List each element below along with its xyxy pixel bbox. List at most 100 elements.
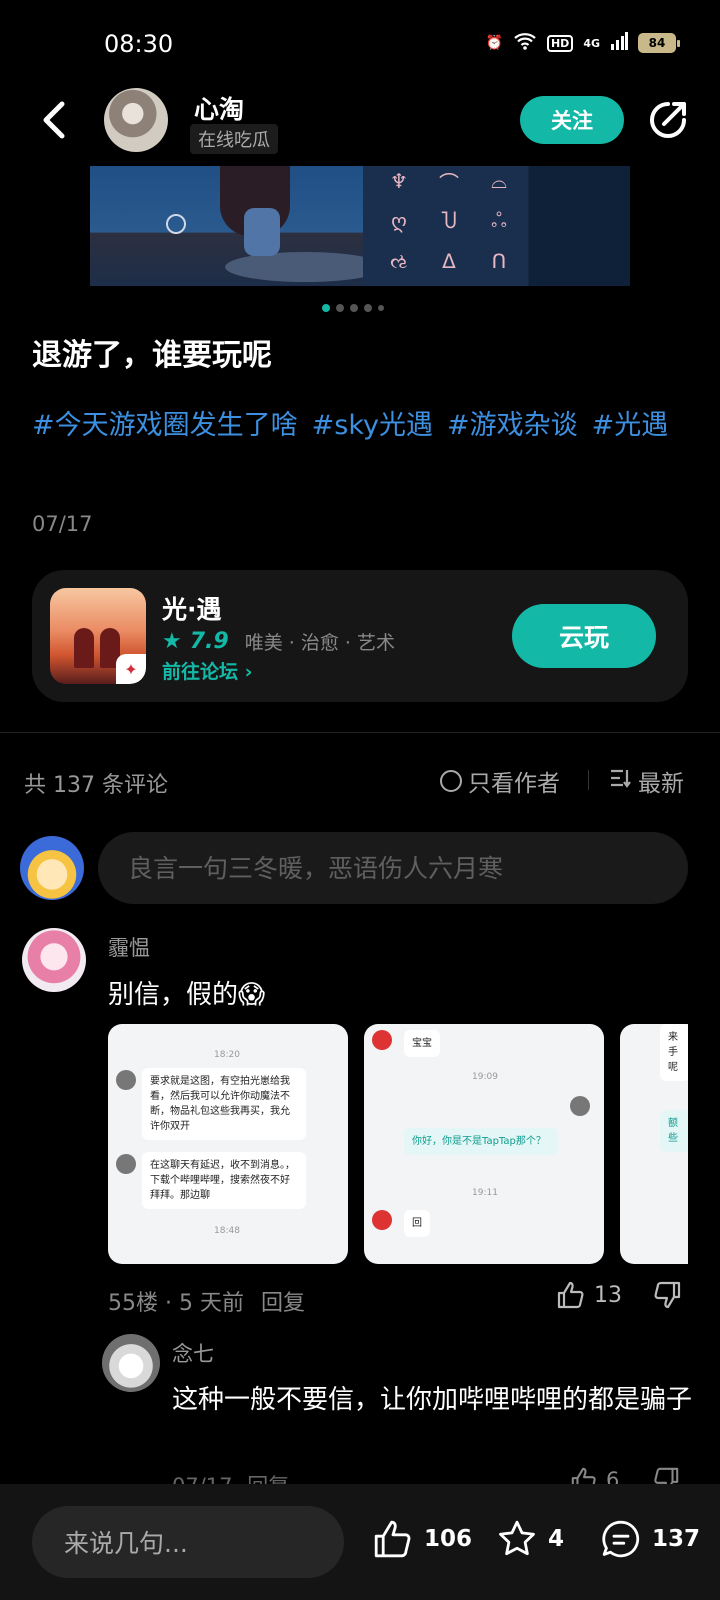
favorite-button[interactable]: 4	[496, 1518, 564, 1560]
comment-text: 别信，假的😱	[108, 980, 266, 1010]
comment-input[interactable]	[98, 832, 688, 904]
replier-avatar[interactable]	[102, 1334, 160, 1392]
my-avatar	[20, 836, 84, 900]
carousel-dot	[322, 304, 330, 312]
like-count: 13	[594, 1282, 622, 1308]
replier-name[interactable]: 念七	[172, 1338, 214, 1368]
chat-screenshot[interactable]: 来手呢 额些	[620, 1024, 688, 1264]
chat-bubble: 在这聊天有延迟，收不到消息。，下载个哔哩哔哩，搜索然夜不好拜拜。那边聊	[142, 1152, 306, 1209]
wifi-icon	[513, 32, 537, 54]
back-button[interactable]	[36, 96, 76, 144]
emote-icon: ஃ	[491, 207, 507, 232]
emote-icon: ⌓	[491, 169, 507, 193]
favorite-count: 4	[548, 1526, 565, 1552]
chat-screenshot[interactable]: 宝宝 19:09 你好，你是不是TapTap那个？ 19:11 回	[364, 1024, 604, 1264]
chat-avatar	[116, 1070, 136, 1090]
emote-grid: ♆ ⌒ ⌓ ღ Ⴎ ஃ ઌ ᐃ ᑎ	[379, 166, 519, 276]
character-legs	[244, 208, 280, 256]
tag-link[interactable]: #sky光遇	[312, 403, 433, 442]
chat-avatar	[570, 1096, 590, 1116]
ring-marker	[166, 214, 186, 234]
emote-icon: Ⴎ	[441, 209, 457, 233]
forum-link-label: 前往论坛	[162, 661, 239, 683]
author-tag: 在线吃瓜	[190, 124, 278, 154]
reply-text: 这种一般不要信，让你加哔哩哔哩的都是骗子	[172, 1385, 693, 1415]
carousel-dot	[364, 304, 372, 312]
post-like-count: 106	[424, 1526, 473, 1552]
author-name[interactable]: 心淘	[194, 90, 244, 126]
only-author-toggle[interactable]: 只看作者	[440, 764, 560, 798]
sort-button[interactable]: 最新	[610, 764, 684, 798]
comment-floor-time: 55楼 · 5 天前	[108, 1291, 244, 1316]
chevron-right-icon: ›	[244, 661, 253, 683]
thumbs-down-icon	[654, 1281, 681, 1309]
comment-total: 137	[652, 1526, 701, 1552]
game-name[interactable]: 光·遇	[162, 590, 222, 626]
emote-icon: ♆	[390, 169, 408, 193]
forum-link[interactable]: 前往论坛 ›	[162, 657, 252, 684]
game-rating: ★ 7.9 唯美 · 治愈 · 艺术	[162, 628, 395, 655]
thumbs-up-icon	[557, 1281, 584, 1309]
share-button[interactable]	[646, 98, 690, 142]
status-time: 08:30	[104, 30, 174, 58]
battery-icon: 84	[638, 33, 680, 53]
commenter-name[interactable]: 霾愠	[108, 932, 150, 962]
sort-icon	[610, 768, 632, 794]
status-icons: ⏰ HD 4G 84	[485, 32, 680, 54]
chat-time: 19:09	[472, 1072, 498, 1082]
comment-button[interactable]: 137	[600, 1518, 700, 1560]
chat-bubble: 回	[404, 1210, 430, 1237]
alarm-icon: ⏰	[485, 35, 503, 51]
tag-link[interactable]: #光遇	[592, 403, 669, 442]
comment-count: 共 137 条评论	[24, 773, 168, 798]
comment-like-button[interactable]: 13	[556, 1280, 622, 1310]
chat-bubble: 宝宝	[404, 1030, 440, 1057]
follow-button[interactable]: 关注	[520, 96, 624, 144]
game-character	[74, 628, 94, 668]
reply-link[interactable]: 回复	[261, 1291, 305, 1316]
hd-badge: HD	[546, 34, 574, 52]
bottom-comment-input[interactable]: 来说几句...	[32, 1506, 344, 1578]
emote-icon: ᐃ	[442, 249, 456, 273]
post-date: 07/17	[32, 512, 93, 536]
game-scene-platform	[225, 252, 385, 282]
comment-dislike-button[interactable]	[652, 1280, 682, 1314]
chat-bubble: 来手呢	[660, 1024, 688, 1081]
sort-label: 最新	[638, 771, 684, 797]
divider	[588, 770, 589, 790]
post-image[interactable]: ♆ ⌒ ⌓ ღ Ⴎ ஃ ઌ ᐃ ᑎ	[363, 166, 630, 286]
post-title: 退游了，谁要玩呢	[32, 338, 272, 373]
star-icon	[499, 1520, 535, 1556]
game-categories: 唯美 · 治愈 · 艺术	[244, 632, 395, 654]
carousel-dot	[336, 304, 344, 312]
post-image[interactable]	[90, 166, 385, 286]
chat-avatar	[372, 1030, 392, 1050]
author-avatar[interactable]	[104, 88, 168, 152]
post-image-carousel[interactable]: ♆ ⌒ ⌓ ღ Ⴎ ஃ ઌ ᐃ ᑎ	[90, 166, 630, 286]
carousel-dots	[322, 304, 384, 312]
star-icon: ★	[162, 629, 182, 654]
cloud-play-button[interactable]: 云玩	[512, 604, 656, 668]
comment-images[interactable]: 18:20 要求就是这图，有空拍光崽给我看，然后我可以允许你动魔法不断，物品礼包…	[108, 1024, 688, 1264]
commenter-avatar[interactable]	[22, 928, 86, 992]
network-label: 4G	[583, 36, 600, 50]
chat-avatar	[372, 1210, 392, 1230]
section-divider	[0, 732, 720, 733]
emote-icon: ઌ	[390, 249, 408, 273]
tag-link[interactable]: #游戏杂谈	[447, 403, 578, 442]
chat-bubble: 额些	[660, 1110, 688, 1152]
post-like-button[interactable]: 106	[372, 1518, 472, 1560]
comment-meta: 55楼 · 5 天前 回复	[108, 1285, 305, 1317]
chat-time: 19:11	[472, 1188, 498, 1198]
chat-avatar	[116, 1154, 136, 1174]
rating-value: 7.9	[189, 629, 229, 654]
carousel-dot	[378, 305, 384, 311]
thumbs-up-icon	[374, 1520, 411, 1558]
chat-time: 18:48	[214, 1226, 240, 1236]
chat-bubble: 要求就是这图，有空拍光崽给我看，然后我可以允许你动魔法不断，物品礼包这些我再买，…	[142, 1068, 306, 1140]
chat-screenshot[interactable]: 18:20 要求就是这图，有空拍光崽给我看，然后我可以允许你动魔法不断，物品礼包…	[108, 1024, 348, 1264]
share-icon	[650, 102, 686, 138]
only-author-label: 只看作者	[468, 771, 560, 797]
tag-link[interactable]: #今天游戏圈发生了啥	[32, 403, 298, 442]
game-icon[interactable]: ✦	[50, 588, 146, 684]
